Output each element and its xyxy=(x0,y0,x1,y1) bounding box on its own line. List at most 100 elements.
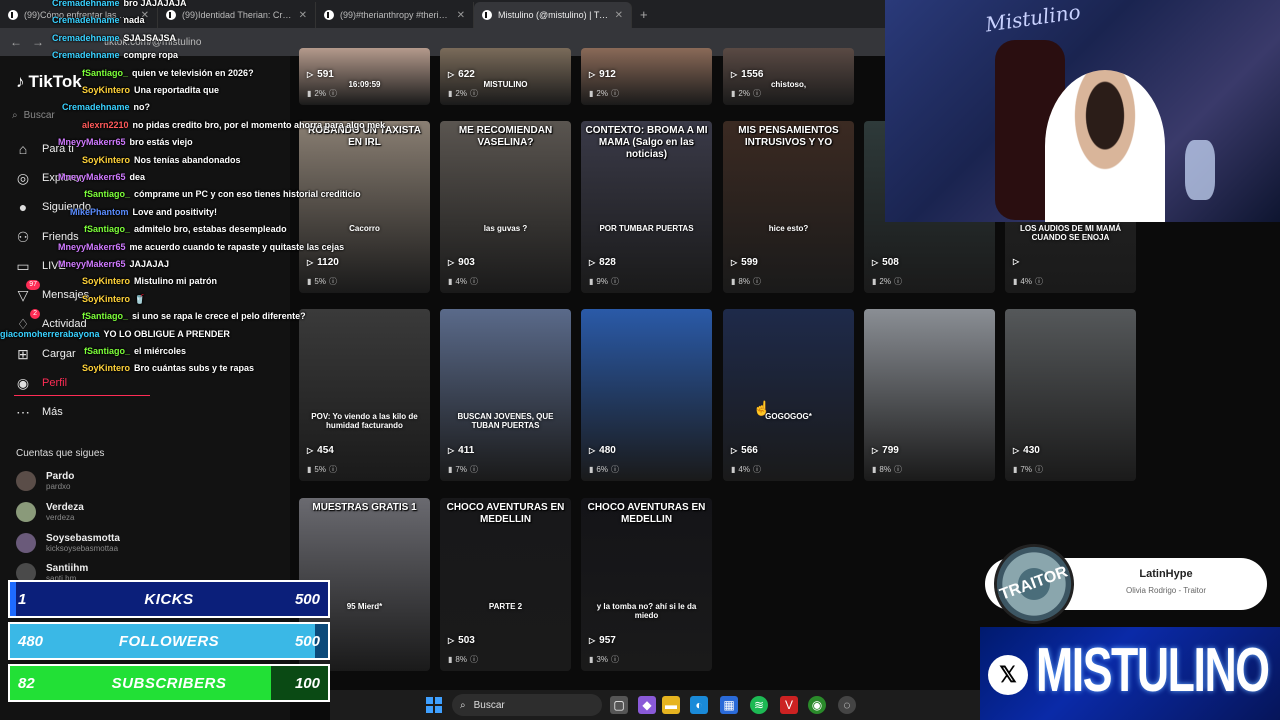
copilot-icon[interactable]: ◆ xyxy=(638,696,656,714)
forward-arrow-icon[interactable]: → xyxy=(32,35,44,49)
video-card[interactable]: POV: Yo viendo a las kilo de humidad fac… xyxy=(299,309,430,481)
goal-target-value: 500 xyxy=(294,590,320,608)
nav-item-messages[interactable]: ▽ 97 Mensajes xyxy=(14,280,89,306)
close-icon[interactable]: ✕ xyxy=(457,10,465,21)
windows-start-icon[interactable] xyxy=(426,697,442,713)
video-card[interactable]: CONTEXTO: BROMA A MI MAMA (Salgo en las … xyxy=(581,121,712,293)
nav-label: LIVE xyxy=(42,260,66,272)
activity-icon: ♢ 2 xyxy=(14,309,40,333)
view-count: ▷ 903 xyxy=(448,257,475,268)
info-icon: ⓘ xyxy=(752,89,761,98)
screen: (99)Cómo enfrentar las modas ✕ (99)Identi… xyxy=(0,0,1280,720)
info-icon: ⓘ xyxy=(328,277,337,286)
followed-account[interactable]: Verdeza verdeza xyxy=(16,502,84,522)
taskbar-search[interactable]: ⌕ Buscar xyxy=(452,694,602,716)
tiktok-note-icon: ♪ xyxy=(16,72,25,91)
nav-item-profile[interactable]: ◉ Perfil xyxy=(14,372,67,394)
plus-icon[interactable]: + xyxy=(632,7,656,22)
store-icon[interactable]: ▦ xyxy=(720,696,738,714)
view-count: ▷ 622 xyxy=(448,69,475,80)
bars-icon: ▮ xyxy=(448,655,453,664)
followed-account[interactable]: Pardo pardxo xyxy=(16,471,74,491)
file-explorer-icon[interactable]: ▬ xyxy=(662,696,680,714)
nav-label: Siguiendo xyxy=(42,201,91,213)
chrome-icon[interactable]: ◉ xyxy=(808,696,826,714)
nav-item-for-you[interactable]: ⌂ Para ti xyxy=(14,138,74,160)
upload-icon: ⊞ xyxy=(17,345,29,362)
tab-title: (99)Cómo enfrentar las modas xyxy=(24,10,135,20)
engagement-value: 4% xyxy=(738,465,750,474)
engagement-value: 9% xyxy=(596,277,608,286)
followed-account[interactable]: Soysebasmotta kicksoysebasmottaa xyxy=(16,533,120,553)
video-card[interactable]: ▷ 912 ▮ 2% ⓘ xyxy=(581,48,712,105)
bars-icon: ▮ xyxy=(1013,465,1018,474)
video-overlay-text: PARTE 2 xyxy=(488,602,523,611)
nav-item-more[interactable]: ⋯ Más xyxy=(14,401,63,423)
video-card[interactable]: chistoso, ▷ 1556 ▮ 2% ⓘ xyxy=(723,48,854,105)
nav-item-explore[interactable]: ◎ Explorar xyxy=(14,167,83,189)
task-view-icon[interactable]: ▢ xyxy=(610,696,628,714)
video-card[interactable]: ROBANDO UN TAXISTA EN IRL Cacorro ▷ 1120 ▮ 5%… xyxy=(299,121,430,293)
x-logo-icon: 𝕏 xyxy=(988,655,1028,695)
bars-icon: ▮ xyxy=(589,655,594,664)
browser-tab[interactable]: (99)Cómo enfrentar las modas ✕ xyxy=(0,2,158,28)
video-card[interactable]: MIS PENSAMIENTOS INTRUSIVOS Y YO hice est… xyxy=(723,121,854,293)
nav-label: Friends xyxy=(42,231,79,243)
nav-label: Explorar xyxy=(42,172,83,184)
nav-item-live[interactable]: ▭ LIVE xyxy=(14,255,66,277)
video-card[interactable]: ME RECOMIENDAN VASELINA? las guvas ? ▷ 903 ▮… xyxy=(440,121,571,293)
nav-item-upload[interactable]: ⊞ Cargar xyxy=(14,343,76,365)
obs-icon[interactable]: ◌ xyxy=(838,696,856,714)
profile-icon: ◉ xyxy=(16,374,30,391)
video-card[interactable]: ▷ 799 ▮ 8% ⓘ xyxy=(864,309,995,481)
friends-icon: ⚇ xyxy=(16,228,30,245)
nav-item-activity[interactable]: ♢ 2 Actividad xyxy=(14,309,87,335)
notification-badge: 2 xyxy=(30,309,40,319)
engagement-value: 2% xyxy=(455,89,467,98)
video-caption: ME RECOMIENDAN VASELINA? xyxy=(458,125,553,148)
bars-icon: ▮ xyxy=(872,465,877,474)
tiktok-favicon-icon xyxy=(482,10,492,20)
url-field[interactable]: tiktok.com/@mistulino xyxy=(104,37,201,48)
back-arrow-icon[interactable]: ← xyxy=(10,35,22,49)
nav-item-friends[interactable]: ⚇ Friends xyxy=(14,226,79,248)
nav-item-following[interactable]: ● Siguiendo xyxy=(14,196,91,218)
video-card[interactable]: ▷ 480 ▮ 6% ⓘ xyxy=(581,309,712,481)
video-card[interactable]: ▷ 430 ▮ 7% ⓘ xyxy=(1005,309,1136,481)
view-count: ▷ 912 xyxy=(589,69,616,80)
engagement-value: 4% xyxy=(455,277,467,286)
close-icon[interactable]: ✕ xyxy=(615,10,623,21)
notification-badge: 97 xyxy=(26,280,40,290)
browser-tab[interactable]: (99)#therianthropy #therian | T ✕ xyxy=(316,2,474,28)
video-card[interactable]: CHOCO AVENTURAS EN MEDELLIN y la tomba no… xyxy=(581,498,712,671)
tiktok-logo[interactable]: ♪ TikTok xyxy=(16,72,82,92)
play-icon: ▷ xyxy=(448,636,455,645)
view-count: ▷ 1556 xyxy=(731,69,763,80)
play-icon: ▷ xyxy=(448,70,455,79)
following-icon: ● xyxy=(18,199,28,215)
engagement-rate: ▮ 3% ⓘ xyxy=(589,654,619,665)
close-icon[interactable]: ✕ xyxy=(141,10,149,21)
bars-icon: ▮ xyxy=(307,465,312,474)
video-card[interactable]: CHOCO AVENTURAS EN MEDELLIN PARTE 2 ▷ 503 ▮ 8… xyxy=(440,498,571,671)
browser-tab-active[interactable]: Mistulino (@mistulino) | TikTok ✕ xyxy=(474,2,632,28)
video-card[interactable]: BUSCAN JOVENES, QUE TUBAN PUERTAS ▷ 411 ▮ 7%… xyxy=(440,309,571,481)
video-card[interactable]: 16:09:59 ▷ 591 ▮ 2% ⓘ xyxy=(299,48,430,105)
engagement-value: 6% xyxy=(596,465,608,474)
voicemod-icon[interactable]: V xyxy=(780,696,798,714)
browser-tab[interactable]: (99)Identidad Therian: Creerse ✕ xyxy=(158,2,316,28)
search-input[interactable]: ⌕ Buscar xyxy=(12,104,82,126)
close-icon[interactable]: ✕ xyxy=(299,10,307,21)
play-icon: ▷ xyxy=(872,446,879,455)
video-caption: CHOCO AVENTURAS EN MEDELLIN xyxy=(446,502,565,525)
nav-label: Perfil xyxy=(42,377,68,389)
account-handle: pardxo xyxy=(46,482,71,491)
edge-icon[interactable]: ◐ xyxy=(690,696,708,714)
view-count: ▷ 508 xyxy=(872,257,899,268)
spotify-icon[interactable]: ≋ xyxy=(750,696,768,714)
bars-icon: ▮ xyxy=(1013,277,1018,286)
video-card[interactable]: MISTULINO ▷ 622 ▮ 2% ⓘ xyxy=(440,48,571,105)
info-icon: ⓘ xyxy=(469,655,478,664)
video-card[interactable]: GOGOGOG* ▷ 566 ▮ 4% ⓘ xyxy=(723,309,854,481)
inbox-icon: ▽ 97 xyxy=(14,280,40,304)
